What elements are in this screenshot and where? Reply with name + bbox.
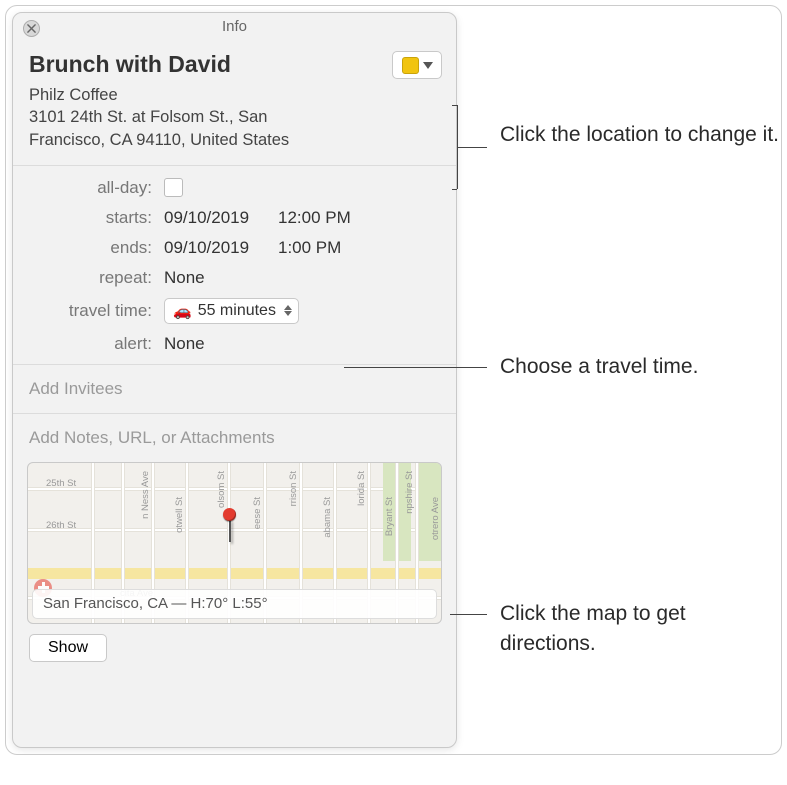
address-line2: Francisco, CA 94110, United States xyxy=(29,129,389,151)
starts-label: starts: xyxy=(17,208,164,228)
location-name: Philz Coffee xyxy=(29,84,389,106)
event-location[interactable]: Philz Coffee 3101 24th St. at Folsom St.… xyxy=(29,84,389,151)
street-label: npshire St xyxy=(404,471,415,514)
callout-location: Click the location to change it. xyxy=(500,120,779,150)
highway-line xyxy=(28,568,441,579)
street-label: rrison St xyxy=(288,471,299,506)
street-label: 26th St xyxy=(46,520,76,531)
alert-label: alert: xyxy=(17,334,164,354)
repeat-value[interactable]: None xyxy=(164,268,205,288)
street-label: n Ness Ave xyxy=(140,471,151,519)
street-label: 25th St xyxy=(46,478,76,489)
street-label: eese St xyxy=(252,497,263,529)
show-button[interactable]: Show xyxy=(29,634,107,662)
map-thumbnail[interactable]: n Ness Ave otwell St olsom St eese St rrison… xyxy=(27,462,442,624)
close-icon xyxy=(27,24,36,33)
callout-travel: Choose a travel time. xyxy=(500,352,698,382)
titlebar: Info xyxy=(13,13,456,41)
calendar-color-picker[interactable] xyxy=(392,51,442,79)
header-section: Brunch with David Philz Coffee 3101 24th… xyxy=(13,41,456,165)
travel-time-value: 55 minutes xyxy=(198,302,276,320)
street-line xyxy=(28,488,441,490)
map-pin-icon xyxy=(223,508,236,521)
ends-label: ends: xyxy=(17,238,164,258)
street-label: lorida St xyxy=(356,471,367,506)
all-day-label: all-day: xyxy=(17,178,164,198)
add-invitees-field[interactable]: Add Invitees xyxy=(13,365,456,413)
details-section: all-day: starts: 09/10/2019 12:00 PM end… xyxy=(13,166,456,364)
end-time[interactable]: 1:00 PM xyxy=(278,238,358,258)
street-label: olsom St xyxy=(216,471,227,508)
street-label: abama St xyxy=(322,497,333,538)
street-label: otwell St xyxy=(174,497,185,533)
add-notes-field[interactable]: Add Notes, URL, or Attachments xyxy=(13,414,456,462)
event-info-panel: Info Brunch with David Philz Coffee 3101… xyxy=(12,12,457,748)
window-title: Info xyxy=(222,18,247,35)
alert-value[interactable]: None xyxy=(164,334,205,354)
weather-strip: San Francisco, CA — H:70° L:55° xyxy=(32,589,437,619)
callout-map: Click the map to get directions. xyxy=(500,599,781,660)
street-label: otrero Ave xyxy=(430,497,441,540)
end-date[interactable]: 09/10/2019 xyxy=(164,238,264,258)
street-label: Bryant St xyxy=(384,497,395,536)
event-title[interactable]: Brunch with David xyxy=(29,51,440,78)
start-time[interactable]: 12:00 PM xyxy=(278,208,358,228)
close-button[interactable] xyxy=(23,20,40,37)
color-swatch-icon xyxy=(402,57,419,74)
start-date[interactable]: 09/10/2019 xyxy=(164,208,264,228)
weather-text: San Francisco, CA — H:70° L:55° xyxy=(43,595,268,612)
chevron-down-icon xyxy=(423,62,433,69)
stepper-icon xyxy=(284,305,292,316)
travel-time-label: travel time: xyxy=(17,301,164,321)
travel-time-dropdown[interactable]: 🚗 55 minutes xyxy=(164,298,299,324)
car-icon: 🚗 xyxy=(173,302,192,320)
street-line xyxy=(28,529,441,531)
repeat-label: repeat: xyxy=(17,268,164,288)
address-line1: 3101 24th St. at Folsom St., San xyxy=(29,106,389,128)
all-day-checkbox[interactable] xyxy=(164,178,183,197)
